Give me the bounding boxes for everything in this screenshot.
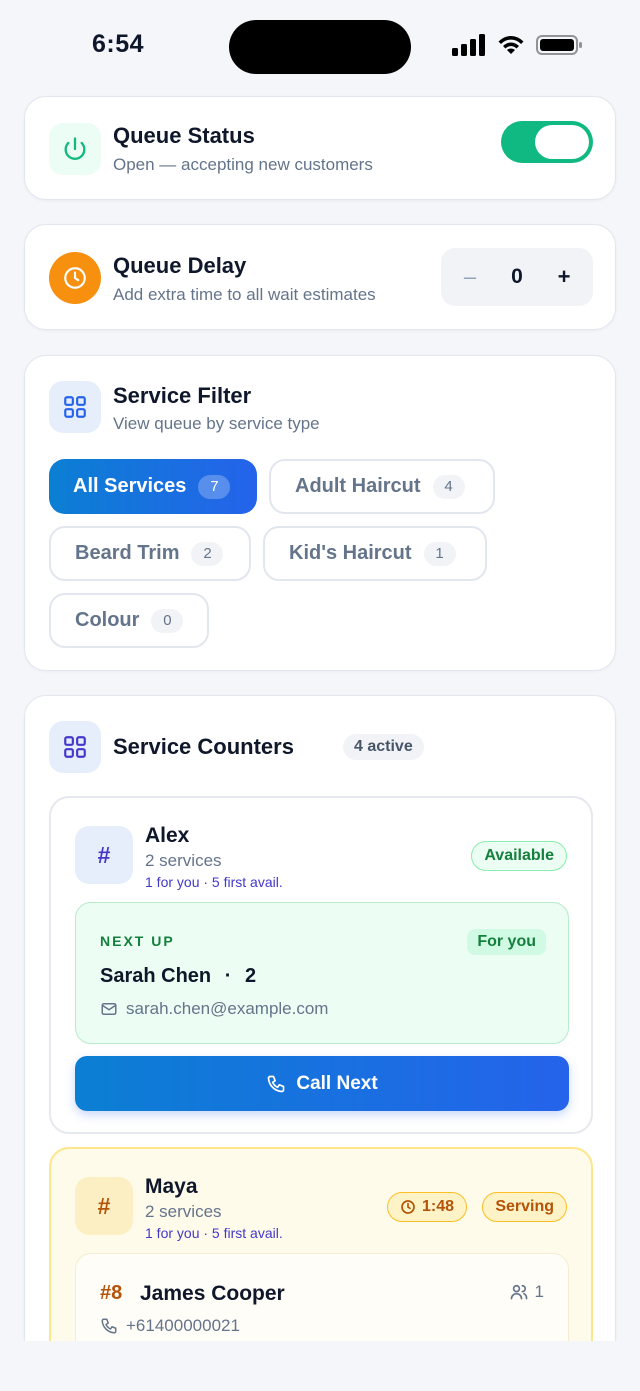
service-filter-subtitle: View queue by service type — [113, 414, 320, 433]
users-icon — [510, 1284, 527, 1300]
counter-services: 2 services — [145, 1202, 222, 1221]
battery-icon — [536, 35, 582, 55]
counter-meta: 1 for you · 5 first avail. — [145, 1225, 283, 1241]
delay-value: 0 — [511, 265, 523, 288]
next-customer-name: Sarah Chen — [100, 965, 212, 987]
chip-count: 2 — [191, 541, 224, 566]
serving-phone: +61400000021 — [126, 1316, 240, 1335]
serving-customer-name: James Cooper — [140, 1282, 285, 1305]
status-time: 6:54 — [92, 30, 145, 58]
chip-count: 0 — [151, 608, 184, 633]
service-filter-card: Service Filter View queue by service typ… — [24, 355, 616, 671]
counter-hash-icon: # — [75, 826, 133, 884]
next-customer-email-row: sarah.chen@example.com — [100, 999, 328, 1019]
toggle-knob — [535, 125, 589, 159]
grid-icon — [49, 721, 101, 773]
chip-label: Adult Haircut — [295, 475, 421, 497]
clock-icon — [49, 252, 101, 304]
dynamic-island — [229, 20, 411, 74]
queue-open-toggle[interactable] — [501, 121, 593, 163]
status-badge-serving: Serving — [482, 1192, 567, 1222]
next-up-label: NEXT UP — [100, 933, 175, 949]
filter-chip-kids-haircut[interactable]: Kid's Haircut 1 — [263, 526, 487, 581]
status-badge-available: Available — [471, 841, 567, 871]
next-customer-line: Sarah Chen · 2 — [100, 965, 256, 988]
call-next-button[interactable]: Call Next — [75, 1056, 569, 1111]
call-next-label: Call Next — [296, 1072, 378, 1094]
power-icon — [49, 123, 101, 175]
status-bar: 6:54 — [0, 0, 640, 92]
queue-delay-title: Queue Delay — [113, 253, 247, 278]
wifi-icon — [498, 36, 524, 54]
counter-name: Alex — [145, 824, 190, 847]
service-filter-title: Service Filter — [113, 383, 252, 408]
chip-count: 4 — [432, 474, 465, 499]
chip-label: All Services — [73, 475, 187, 497]
queue-delay-subtitle: Add extra time to all wait estimates — [113, 285, 376, 304]
queue-status-subtitle: Open — accepting new customers — [113, 155, 373, 174]
party-size-value: 1 — [534, 1282, 544, 1301]
party-size: 1 — [509, 1282, 544, 1302]
filter-chip-beard-trim[interactable]: Beard Trim 2 — [49, 526, 251, 581]
chip-count: 1 — [423, 541, 456, 566]
chip-label: Beard Trim — [75, 542, 180, 564]
status-icons — [452, 34, 584, 60]
phone-icon — [101, 1318, 117, 1334]
service-counters-card: Service Counters 4 active # Alex 2 servi… — [24, 695, 616, 1391]
separator-dot: · — [224, 965, 232, 987]
filter-chip-all-services[interactable]: All Services 7 — [49, 459, 257, 514]
ticket-number: #8 — [100, 1282, 123, 1304]
signal-icon — [452, 34, 485, 56]
decrease-delay-button[interactable]: – — [445, 248, 495, 306]
counter-card-alex: # Alex 2 services 1 for you · 5 first av… — [49, 796, 593, 1134]
filter-chip-colour[interactable]: Colour 0 — [49, 593, 209, 648]
chip-count: 7 — [198, 474, 231, 499]
serving-timer: 1:48 — [422, 1198, 455, 1215]
for-you-badge: For you — [467, 929, 546, 955]
bottom-safe-area — [0, 1341, 640, 1391]
grid-icon — [49, 381, 101, 433]
queue-delay-card: Queue Delay Add extra time to all wait e… — [24, 224, 616, 330]
mail-icon — [101, 1003, 117, 1015]
next-customer-email: sarah.chen@example.com — [126, 999, 329, 1018]
counter-services: 2 services — [145, 851, 222, 870]
chip-label: Kid's Haircut — [289, 542, 412, 564]
queue-status-card: Queue Status Open — accepting new custom… — [24, 96, 616, 200]
next-up-panel: NEXT UP For you Sarah Chen · 2 sarah.che… — [75, 902, 569, 1044]
counter-hash-icon: # — [75, 1177, 133, 1235]
counter-meta: 1 for you · 5 first avail. — [145, 874, 283, 890]
chip-label: Colour — [75, 609, 140, 631]
counter-name: Maya — [145, 1175, 198, 1198]
phone-icon — [268, 1075, 285, 1092]
serving-timer-badge: 1:48 — [387, 1192, 468, 1222]
delay-stepper: – 0 + — [441, 248, 593, 306]
serving-phone-row: +61400000021 — [100, 1316, 240, 1336]
next-customer-party: 2 — [244, 965, 257, 987]
queue-status-title: Queue Status — [113, 123, 255, 148]
filter-chip-adult-haircut[interactable]: Adult Haircut 4 — [269, 459, 495, 514]
service-counters-title: Service Counters — [113, 734, 294, 759]
active-count-badge: 4 active — [343, 734, 424, 760]
increase-delay-button[interactable]: + — [539, 248, 589, 306]
clock-icon — [401, 1200, 415, 1214]
